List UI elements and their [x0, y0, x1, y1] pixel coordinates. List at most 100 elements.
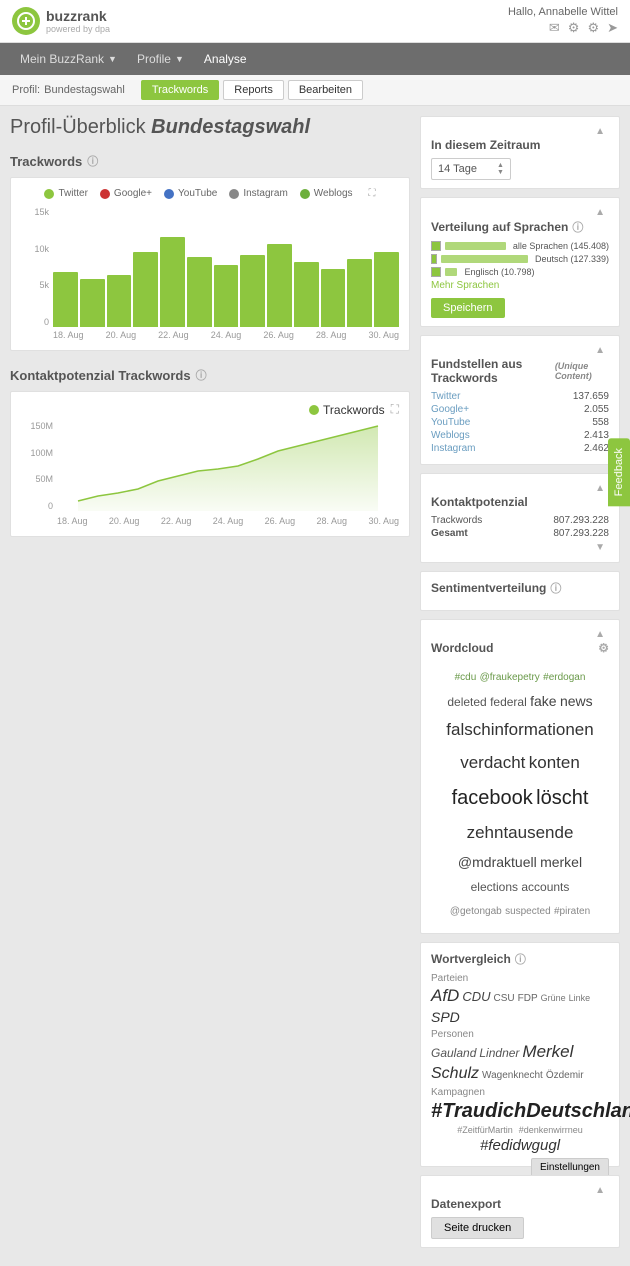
lang-label-deutsch: Deutsch (127.339) [535, 254, 609, 264]
y-axis-kontakt: 150M 100M 50M 0 [21, 421, 53, 511]
breadcrumb-tab-bearbeiten[interactable]: Bearbeiten [288, 80, 363, 100]
wv-word-cdu[interactable]: CDU [462, 989, 490, 1004]
datenexport-title: Datenexport [431, 1197, 609, 1211]
wv-word-wagenknecht[interactable]: Wagenknecht [482, 1070, 543, 1081]
word-getongab[interactable]: @getongab [450, 906, 502, 917]
word-falschinformationen[interactable]: falschinformationen [446, 720, 593, 739]
wv-word-schulz[interactable]: Schulz [431, 1065, 479, 1083]
wv-word-afd[interactable]: AfD [431, 986, 459, 1006]
wv-word-lindner[interactable]: Lindner [479, 1046, 519, 1060]
x-axis-kontakt: 18. Aug 20. Aug 22. Aug 24. Aug 26. Aug … [21, 516, 399, 526]
nav-item-profile[interactable]: Profile ▼ [127, 43, 194, 75]
wv-word-denkenwirrneu[interactable]: #denkenwirrneu [519, 1125, 583, 1135]
scroll-up-fundstellen[interactable]: ▲ [431, 344, 609, 357]
kp-value-gesamt: 807.293.228 [553, 528, 609, 539]
legend-instagram: Instagram [229, 188, 287, 199]
breadcrumb-tab-reports[interactable]: Reports [223, 80, 284, 100]
expand-icon[interactable]: ⛶ [369, 188, 376, 199]
settings-icon[interactable]: ⚙ [587, 20, 599, 36]
scroll-up-zeitraum[interactable]: ▲ [431, 125, 609, 138]
word-suspected[interactable]: suspected [505, 906, 551, 917]
bar-group [321, 269, 346, 327]
wv-word-fdp[interactable]: FDP [518, 993, 538, 1004]
info-icon[interactable]: ⓘ [87, 153, 98, 169]
mehr-sprachen-link[interactable]: Mehr Sprachen [431, 280, 609, 291]
save-button[interactable]: Speichern [431, 298, 505, 318]
wv-word-merkel[interactable]: Merkel [522, 1042, 573, 1062]
sprachen-item-alle: alle Sprachen (145.408) [431, 241, 609, 251]
wv-word-spd[interactable]: SPD [431, 1009, 460, 1025]
sprachen-title: Verteilung auf Sprachen ⓘ [431, 219, 609, 235]
word-fraukepetry[interactable]: @fraukepetry [480, 672, 540, 683]
bar-group [133, 252, 158, 327]
wv-word-zeitfurmartin[interactable]: #ZeitfürMartin [457, 1125, 513, 1135]
chevron-down-icon: ▼ [108, 54, 117, 64]
main-content: Profil-Überblick Bundestagswahl Trackwor… [0, 106, 630, 1266]
word-elections[interactable]: elections [471, 880, 518, 894]
greeting: Hallo, Annabelle Wittel [508, 6, 618, 18]
info-icon-sprachen[interactable]: ⓘ [572, 219, 583, 235]
scroll-up-wc[interactable]: ▲ [431, 628, 609, 641]
wv-word-fedidwgugl[interactable]: #fedidwgugl [431, 1137, 609, 1154]
lang-bar-alle [445, 242, 506, 250]
wv-word-gruene[interactable]: Grüne [541, 993, 566, 1003]
word-konten[interactable]: konten [529, 753, 580, 772]
logout-icon[interactable]: ➤ [607, 20, 618, 36]
wv-word-gauland[interactable]: Gauland [431, 1046, 476, 1060]
scroll-up-kp[interactable]: ▲ [431, 482, 609, 495]
word-news[interactable]: news [560, 693, 593, 709]
word-merkel-wc[interactable]: merkel [540, 854, 582, 870]
breadcrumb-profile: Bundestagswahl [44, 84, 125, 96]
message-icon[interactable]: ✉ [549, 20, 560, 36]
bar-group [187, 257, 212, 327]
checkbox-deutsch[interactable] [431, 254, 437, 264]
wordcloud-section: ▲ Wordcloud ⚙ #cdu @fraukepetry #erdogan… [420, 619, 620, 934]
word-zehntausende[interactable]: zehntausende [467, 823, 574, 842]
sprachen-item-deutsch: Deutsch (127.339) [431, 254, 609, 264]
legend-trackwords: Trackwords [309, 402, 385, 417]
info-icon-wv[interactable]: ⓘ [515, 951, 526, 967]
fundstellen-value-twitter: 137.659 [573, 391, 609, 402]
wordcloud-words: #cdu @fraukepetry #erdogan deleted feder… [431, 661, 609, 925]
word-fake[interactable]: fake [530, 693, 556, 709]
checkbox-alle[interactable] [431, 241, 441, 251]
word-loescht[interactable]: löscht [536, 787, 588, 809]
wv-word-ozdemir[interactable]: Özdemir [546, 1070, 584, 1081]
zeitraum-section: ▲ In diesem Zeitraum 14 Tage ▲▼ [420, 116, 620, 189]
logo-sub: powered by dpa [46, 24, 110, 34]
scroll-up-sprachen[interactable]: ▲ [431, 206, 609, 219]
word-erdogan[interactable]: #erdogan [543, 672, 585, 683]
info-icon-sentiment[interactable]: ⓘ [550, 580, 561, 596]
kp-title: Kontaktpotenzial [431, 495, 609, 509]
checkbox-englisch[interactable] [431, 267, 441, 277]
word-deleted[interactable]: deleted [447, 695, 486, 709]
word-mdraktuell[interactable]: @mdraktuell [458, 854, 537, 870]
feedback-tab[interactable]: Feedback [608, 438, 630, 506]
fundstellen-instagram: Instagram 2.462 [431, 443, 609, 454]
info-icon-kontakt[interactable]: ⓘ [196, 367, 207, 383]
wordcloud-title: Wordcloud ⚙ [431, 641, 609, 655]
word-verdacht[interactable]: verdacht [460, 753, 525, 772]
line-chart: 150M 100M 50M 0 [21, 421, 399, 526]
scroll-down-kp[interactable]: ▼ [431, 541, 609, 554]
settings-icon-wc[interactable]: ⚙ [598, 641, 609, 655]
breadcrumb-tab-trackwords[interactable]: Trackwords [141, 80, 219, 100]
word-federal[interactable]: federal [490, 695, 527, 709]
wv-word-traudich[interactable]: #TraudichDeutschland [431, 1100, 609, 1123]
print-button[interactable]: Seite drucken [431, 1217, 524, 1239]
zeitraum-select[interactable]: 14 Tage ▲▼ [431, 158, 609, 180]
expand-icon-kontakt[interactable]: ⛶ [391, 402, 399, 417]
wv-word-linke[interactable]: Linke [569, 993, 591, 1003]
kp-value-trackwords: 807.293.228 [553, 515, 609, 526]
nav-item-analyse[interactable]: Analyse [194, 43, 257, 75]
users-icon[interactable]: ⚙ [568, 20, 580, 36]
wv-kampagnen-words: #TraudichDeutschland #ZeitfürMartin #den… [431, 1100, 609, 1154]
word-piraten[interactable]: #piraten [554, 906, 590, 917]
word-facebook[interactable]: facebook [452, 787, 533, 809]
zeitraum-dropdown[interactable]: 14 Tage ▲▼ [431, 158, 511, 180]
scroll-up-datenexport[interactable]: ▲ [431, 1184, 609, 1197]
nav-item-meinbuzzrank[interactable]: Mein BuzzRank ▼ [10, 43, 127, 75]
word-cdu[interactable]: #cdu [455, 672, 477, 683]
word-accounts[interactable]: accounts [521, 880, 569, 894]
wv-word-csu[interactable]: CSU [494, 993, 515, 1004]
